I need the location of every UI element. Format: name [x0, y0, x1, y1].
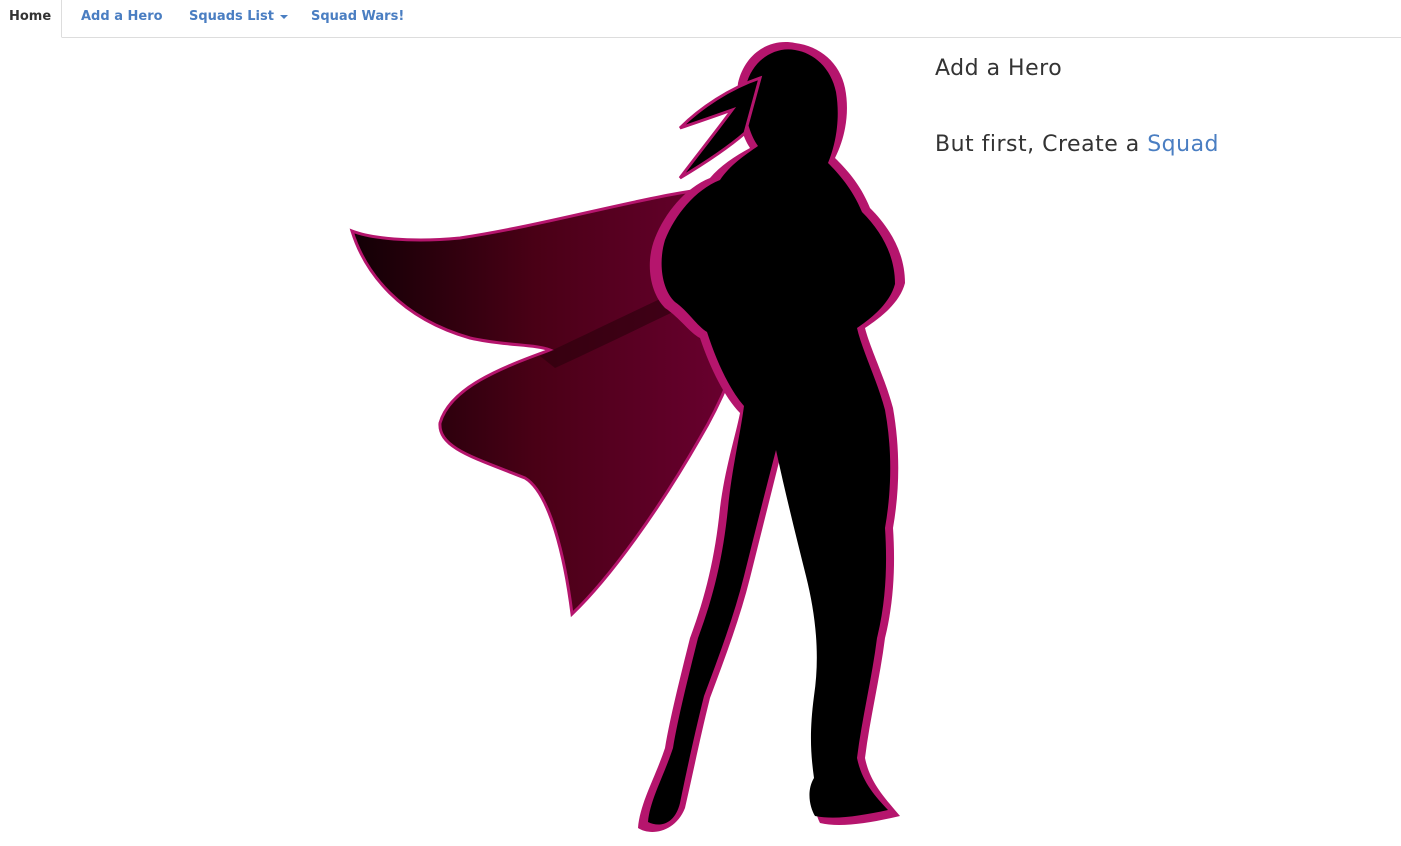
- tab-home[interactable]: Home: [0, 0, 62, 38]
- create-squad-link[interactable]: Squad: [1147, 132, 1219, 157]
- superheroine-silhouette-image: [349, 42, 905, 832]
- caret-down-icon: [279, 14, 288, 19]
- prompt-text: But first, Create a: [935, 132, 1148, 157]
- tab-squads-list[interactable]: Squads List: [189, 0, 288, 38]
- top-nav: Home Add a Hero Squads List Squad Wars!: [0, 0, 1401, 38]
- tab-squads-list-label: Squads List: [189, 9, 274, 24]
- page-heading: Add a Hero: [935, 56, 1063, 81]
- tab-add-a-hero[interactable]: Add a Hero: [81, 0, 163, 38]
- tab-squad-wars[interactable]: Squad Wars!: [311, 0, 404, 38]
- create-squad-prompt: But first, Create a Squad: [935, 132, 1219, 157]
